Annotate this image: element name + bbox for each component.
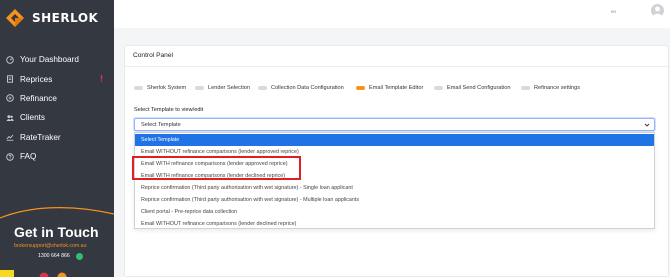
dropdown-option[interactable]: Select Template [135, 134, 654, 146]
help-icon [6, 152, 14, 161]
tab-refinance-settings[interactable]: Refinance settings [521, 83, 580, 93]
language-selector[interactable]: en [611, 9, 616, 14]
contact-title: Get in Touch [14, 224, 99, 240]
toggle-icon [134, 86, 143, 90]
toggle-icon [356, 86, 365, 90]
annotation-highlight-box [132, 156, 301, 180]
tab-label: Email Send Configuration [447, 85, 511, 91]
template-select-label: Select Template to view/edit [134, 107, 204, 113]
template-dropdown-list: Select Template Email WITHOUT refinance … [134, 132, 655, 229]
tab-label: Email Template Editor [369, 85, 424, 91]
refinance-icon [6, 94, 14, 103]
chevron-down-icon [644, 122, 650, 130]
tab-email-template-editor[interactable]: Email Template Editor [356, 83, 423, 93]
page-title: Control Panel [133, 52, 173, 59]
toggle-icon [258, 86, 267, 90]
toggle-icon [434, 86, 443, 90]
sidebar-nav: Your Dashboard Reprices Refinance Client… [0, 50, 114, 166]
dropdown-option[interactable]: Reprice confirmation (Third party author… [135, 182, 654, 194]
sherlok-logo-icon [2, 5, 28, 31]
dropdown-option[interactable]: Client portal - Pre-reprice data collect… [135, 206, 654, 218]
top-bar [114, 0, 670, 28]
tab-email-send-configuration[interactable]: Email Send Configuration [434, 83, 510, 93]
toggle-icon [521, 86, 530, 90]
sidebar: SHERLOK Your Dashboard Reprices Refinanc… [0, 0, 114, 277]
sidebar-item-label: FAQ [20, 152, 37, 162]
dropdown-option[interactable]: Email WITHOUT refinance comparisons (len… [135, 218, 654, 230]
sidebar-item-label: Clients [20, 113, 46, 123]
contact-email-link[interactable]: brokersupport@sherlok.com.au [14, 243, 86, 249]
sidebar-item-dashboard[interactable]: Your Dashboard [0, 50, 114, 69]
tab-sherlok-system[interactable]: Sherlok System [134, 83, 186, 93]
divider [124, 66, 669, 67]
document-icon [6, 75, 14, 83]
bottom-decoration [0, 270, 67, 277]
tab-label: Sherlok System [147, 85, 187, 91]
template-select[interactable]: Select Template [134, 118, 655, 131]
tab-lender-selection[interactable]: Lender Selection [195, 83, 250, 93]
app-name: SHERLOK [32, 11, 99, 25]
sidebar-item-label: RateTraker [20, 132, 61, 142]
phone-icon [76, 253, 83, 260]
sidebar-item-clients[interactable]: Clients [0, 108, 114, 127]
users-icon [6, 114, 14, 122]
template-select-value: Select Template [141, 121, 181, 128]
tab-label: Collection Data Configuration [271, 85, 344, 91]
avatar[interactable] [651, 4, 664, 17]
tab-label: Refinance settings [534, 85, 581, 91]
tab-collection-data-configuration[interactable]: Collection Data Configuration [258, 83, 344, 93]
dropdown-option[interactable]: Reprice confirmation (Third party author… [135, 194, 654, 206]
sidebar-item-reprices[interactable]: Reprices [0, 69, 114, 88]
sidebar-item-refinance[interactable]: Refinance [0, 89, 114, 108]
sidebar-item-label: Refinance [20, 93, 57, 103]
toggle-icon [195, 86, 204, 90]
sidebar-item-label: Reprices [20, 74, 53, 84]
sidebar-item-ratetraker[interactable]: RateTraker [0, 128, 114, 147]
dashboard-icon [6, 55, 14, 64]
sidebar-item-faq[interactable]: FAQ [0, 147, 114, 166]
chart-icon [6, 133, 14, 141]
logo[interactable]: SHERLOK [2, 4, 98, 32]
sidebar-item-label: Your Dashboard [20, 55, 79, 65]
alert-badge [100, 75, 103, 83]
tab-label: Lender Selection [208, 85, 250, 91]
contact-phone[interactable]: 1300 664 866 [38, 253, 70, 259]
